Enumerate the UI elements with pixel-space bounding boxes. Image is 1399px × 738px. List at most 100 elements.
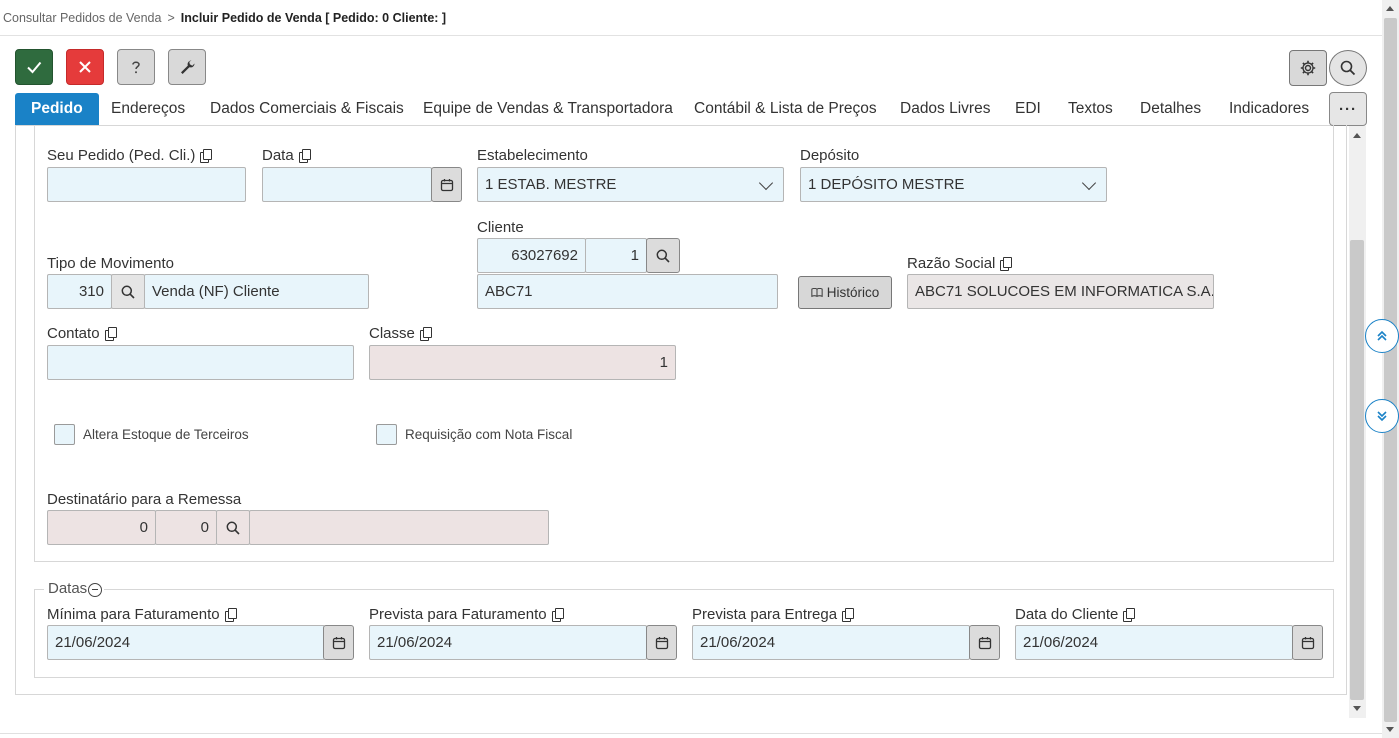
- calendar-icon: [978, 636, 991, 649]
- copy-icon[interactable]: [1000, 257, 1013, 271]
- page-title: Incluir Pedido de Venda [ Pedido: 0 Clie…: [180, 11, 447, 25]
- collapse-minus-icon[interactable]: [88, 582, 103, 597]
- check-icon: [27, 61, 42, 74]
- prevista-entrega-label: Prevista para Entrega: [692, 606, 855, 623]
- deposito-select[interactable]: 1 DEPÓSITO MESTRE: [800, 167, 1107, 202]
- razao-social-input[interactable]: ABC71 SOLUCOES EM INFORMATICA S.A.: [907, 274, 1214, 309]
- tab-dados-livres[interactable]: Dados Livres: [900, 93, 990, 125]
- question-icon: [132, 61, 140, 74]
- cancel-button[interactable]: [66, 49, 104, 85]
- altera-estoque-checkbox[interactable]: [54, 424, 75, 445]
- cliente-code-input[interactable]: 63027692: [477, 238, 586, 273]
- deposito-label: Depósito: [800, 147, 860, 164]
- tipo-movimento-label: Tipo de Movimento: [47, 255, 175, 272]
- scroll-down-arrow-icon[interactable]: [1353, 706, 1361, 711]
- tools-button[interactable]: [168, 49, 206, 85]
- copy-icon[interactable]: [551, 608, 564, 622]
- tab-dados-comerciais-fiscais[interactable]: Dados Comerciais & Fiscais: [210, 93, 404, 125]
- search-button[interactable]: [1329, 50, 1367, 86]
- cliente-seq-input[interactable]: 1: [585, 238, 647, 273]
- book-icon: [811, 287, 823, 298]
- data-cliente-label: Data do Cliente: [1015, 606, 1136, 623]
- copy-icon[interactable]: [1123, 608, 1136, 622]
- destinatario-code1-input[interactable]: 0: [47, 510, 156, 545]
- scroll-up-arrow-icon[interactable]: [1353, 133, 1361, 138]
- classe-input[interactable]: 1: [369, 345, 676, 380]
- settings-button[interactable]: [1289, 50, 1327, 86]
- search-icon: [656, 249, 670, 263]
- seu-pedido-label: Seu Pedido (Ped. Cli.): [47, 147, 213, 164]
- copy-icon[interactable]: [419, 327, 432, 341]
- calendar-icon: [655, 636, 668, 649]
- page-scroll-down-arrow-icon[interactable]: [1386, 727, 1394, 732]
- seu-pedido-input[interactable]: [47, 167, 246, 202]
- altera-estoque-label: Altera Estoque de Terceiros: [83, 427, 249, 442]
- destinatario-name-input[interactable]: [249, 510, 549, 545]
- prevista-entrega-input[interactable]: 21/06/2024: [692, 625, 970, 660]
- footer-divider: [0, 733, 1382, 734]
- tab-contabil-lista-precos[interactable]: Contábil & Lista de Preços: [694, 93, 877, 125]
- tab-textos[interactable]: Textos: [1068, 93, 1113, 125]
- help-button[interactable]: [117, 49, 155, 85]
- data-input[interactable]: [262, 167, 432, 202]
- close-icon: [79, 61, 91, 73]
- datas-legend-label: Datas: [48, 580, 88, 597]
- chevron-down-icon: [758, 175, 774, 191]
- copy-icon[interactable]: [224, 608, 237, 622]
- minima-faturamento-label: Mínima para Faturamento: [47, 606, 237, 623]
- data-calendar-button[interactable]: [431, 167, 462, 202]
- razao-social-label: Razão Social: [907, 255, 1013, 272]
- scroll-to-bottom-button[interactable]: [1365, 399, 1399, 433]
- tab-equipe-vendas-transportadora[interactable]: Equipe de Vendas & Transportadora: [423, 93, 673, 125]
- estabelecimento-select[interactable]: 1 ESTAB. MESTRE: [477, 167, 784, 202]
- header-divider: [0, 35, 1382, 36]
- panel-scrollbar-thumb[interactable]: [1350, 240, 1364, 700]
- tipo-movimento-code-input[interactable]: 310: [47, 274, 112, 309]
- tab-indicadores[interactable]: Indicadores: [1229, 93, 1309, 125]
- destinatario-code2-input[interactable]: 0: [155, 510, 217, 545]
- tipo-movimento-search-button[interactable]: [111, 274, 145, 309]
- datas-border-right: [104, 589, 1334, 590]
- copy-icon[interactable]: [104, 327, 117, 341]
- breadcrumb-parent-link[interactable]: Consultar Pedidos de Venda: [3, 11, 161, 25]
- page-scroll-up-arrow-icon[interactable]: [1386, 6, 1394, 11]
- copy-icon[interactable]: [200, 149, 213, 163]
- gear-icon: [1300, 60, 1316, 76]
- cliente-name-input[interactable]: ABC71: [477, 274, 778, 309]
- minima-faturamento-calendar-button[interactable]: [323, 625, 354, 660]
- scroll-to-top-button[interactable]: [1365, 319, 1399, 353]
- destinatario-label: Destinatário para a Remessa: [47, 491, 242, 508]
- copy-icon[interactable]: [842, 608, 855, 622]
- more-tabs-button[interactable]: ···: [1329, 92, 1367, 126]
- double-chevron-down-icon: [1377, 411, 1387, 422]
- chevron-down-icon: [1081, 175, 1097, 191]
- calendar-icon: [440, 178, 453, 191]
- double-chevron-up-icon: [1377, 330, 1387, 341]
- datas-border-left: [34, 589, 44, 590]
- calendar-icon: [1301, 636, 1314, 649]
- datas-legend: Datas: [48, 580, 103, 597]
- classe-label: Classe: [369, 325, 432, 342]
- tab-enderecos[interactable]: Endereços: [111, 93, 185, 125]
- tipo-movimento-description-input[interactable]: Venda (NF) Cliente: [144, 274, 369, 309]
- prevista-faturamento-calendar-button[interactable]: [646, 625, 677, 660]
- confirm-button[interactable]: [15, 49, 53, 85]
- minima-faturamento-input[interactable]: 21/06/2024: [47, 625, 325, 660]
- estabelecimento-value: 1 ESTAB. MESTRE: [485, 176, 617, 193]
- tab-pedido[interactable]: Pedido: [15, 93, 99, 125]
- tab-detalhes[interactable]: Detalhes: [1140, 93, 1201, 125]
- tab-edi[interactable]: EDI: [1015, 93, 1041, 125]
- destinatario-search-button[interactable]: [216, 510, 250, 545]
- copy-icon[interactable]: [298, 149, 311, 163]
- breadcrumb-separator: >: [167, 11, 175, 25]
- data-cliente-calendar-button[interactable]: [1292, 625, 1323, 660]
- prevista-faturamento-input[interactable]: 21/06/2024: [369, 625, 647, 660]
- requisicao-nf-checkbox[interactable]: [376, 424, 397, 445]
- historico-button[interactable]: Histórico: [798, 276, 892, 309]
- data-cliente-input[interactable]: 21/06/2024: [1015, 625, 1293, 660]
- cliente-search-button[interactable]: [646, 238, 680, 273]
- search-icon: [1340, 60, 1356, 76]
- prevista-entrega-calendar-button[interactable]: [969, 625, 1000, 660]
- page-scrollbar-thumb[interactable]: [1384, 18, 1397, 722]
- contato-input[interactable]: [47, 345, 354, 380]
